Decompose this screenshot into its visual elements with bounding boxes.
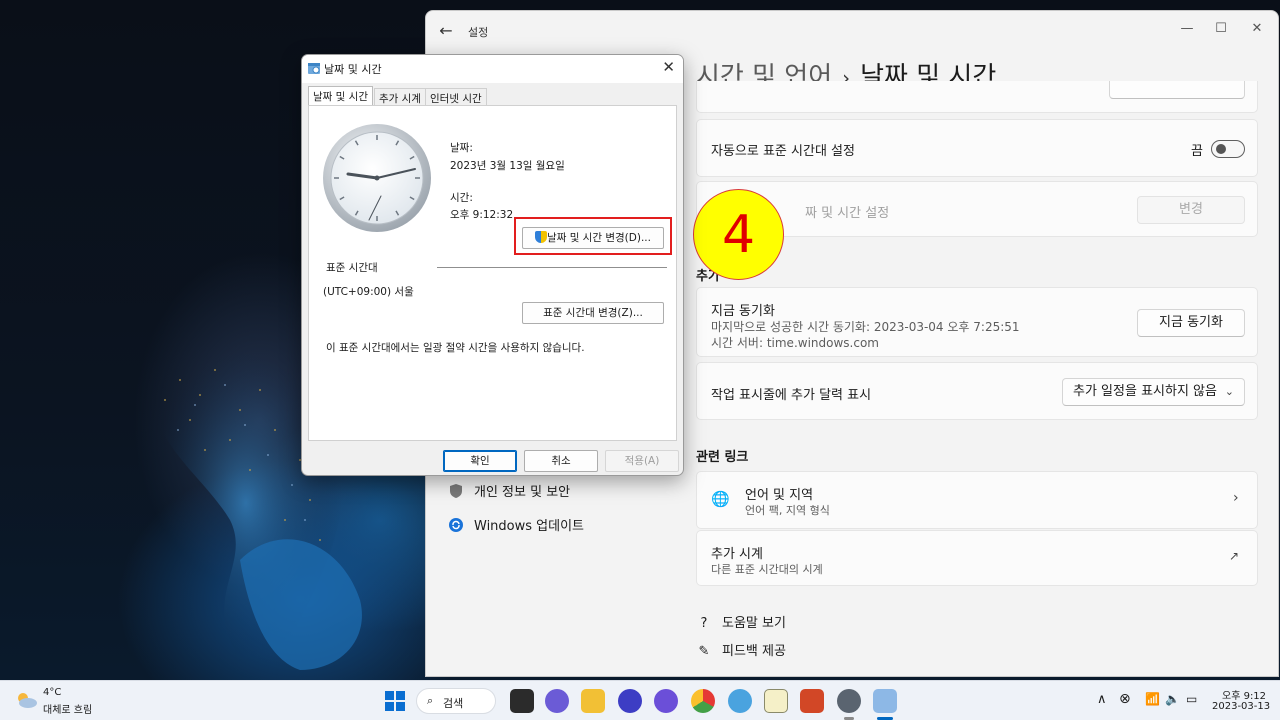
sidebar-item-privacy[interactable]: 개인 정보 및 보안 <box>448 481 570 500</box>
date-label: 날짜: <box>450 142 473 154</box>
shield-icon <box>448 483 464 499</box>
date-value: 2023년 3월 13일 월요일 <box>450 160 565 172</box>
chevron-right-icon: › <box>1233 490 1239 506</box>
battery-icon[interactable]: ▭ <box>1186 692 1197 706</box>
chrome-icon[interactable] <box>691 689 715 713</box>
sidebar-item-update[interactable]: Windows 업데이트 <box>448 515 584 534</box>
language-region-title: 언어 및 지역 <box>745 488 814 503</box>
time-value: 오후 9:12:32 <box>450 209 514 221</box>
help-link[interactable]: ? 도움말 보기 <box>696 612 786 631</box>
manual-time-label: 짜 및 시간 설정 <box>805 206 890 221</box>
task-view-icon[interactable] <box>510 689 534 713</box>
taskbar-calendar-label: 작업 표시줄에 추가 달력 표시 <box>711 388 872 403</box>
dialog-close-icon[interactable]: ✕ <box>662 58 675 76</box>
datetime-taskbar-icon[interactable] <box>873 689 897 713</box>
sync-now-button[interactable]: 지금 동기화 <box>1137 309 1245 337</box>
tab-panel: 날짜: 2023년 3월 13일 월요일 시간: 오후 9:12:32 날짜 및… <box>308 105 677 441</box>
timezone-value: (UTC+09:00) 서울 <box>323 286 414 298</box>
taskbar-calendar-dropdown[interactable]: 추가 일정을 표시하지 않음 ⌄ <box>1062 378 1245 406</box>
language-region-card[interactable]: 🌐 언어 및 지역 언어 팩, 지역 형식 › <box>696 471 1258 529</box>
file-explorer-icon[interactable] <box>581 689 605 713</box>
weather-cloud-icon[interactable] <box>14 690 38 710</box>
weather-desc: 대체로 흐림 <box>43 705 93 716</box>
settings-titlebar: ← 설정 — ☐ ✕ <box>426 11 1278 51</box>
timezone-divider <box>437 267 667 268</box>
analog-clock-icon <box>323 124 431 232</box>
extra-clocks-card[interactable]: 추가 시계 다른 표준 시간대의 시계 ↗ <box>696 530 1258 586</box>
change-timezone-button[interactable]: 표준 시간대 변경(Z)... <box>522 302 664 324</box>
dialog-title: 날짜 및 시간 <box>324 63 382 76</box>
language-icon: 🌐 <box>711 490 730 508</box>
dialog-titlebar: 날짜 및 시간 ✕ <box>302 55 683 83</box>
tray-chevron-up-icon[interactable]: ∧ <box>1097 692 1107 707</box>
sync-last: 마지막으로 성공한 시간 동기화: 2023-03-04 오후 7:25:51 <box>711 320 1020 334</box>
step-marker: 4 <box>693 189 784 280</box>
tab-extra-clocks[interactable]: 추가 시계 <box>374 88 426 106</box>
language-region-subtitle: 언어 팩, 지역 형식 <box>745 504 830 517</box>
timezone-label: 표준 시간대 <box>326 262 378 274</box>
taskbar: 4°C 대체로 흐림 ⌕ 검색 ∧ ⊗ 📶 🔈 ▭ 오후 9:12 2023-0… <box>0 680 1280 720</box>
windows-start-icon[interactable] <box>384 690 406 712</box>
chevron-down-icon: ⌄ <box>1224 385 1234 398</box>
auto-timezone-toggle[interactable] <box>1211 140 1245 158</box>
apply-button[interactable]: 적용(A) <box>605 450 679 472</box>
wifi-icon[interactable]: 📶 <box>1145 692 1160 706</box>
partial-dropdown[interactable] <box>1109 81 1245 99</box>
feedback-icon: ✎ <box>698 644 710 659</box>
taskbar-search[interactable]: ⌕ 검색 <box>416 688 496 714</box>
feedback-link[interactable]: ✎ 피드백 제공 <box>696 640 786 659</box>
card-partial-top <box>696 81 1258 113</box>
clock-time[interactable]: 오후 9:12 <box>1222 687 1266 702</box>
manual-time-change-button[interactable]: 변경 <box>1137 196 1245 224</box>
globe-app-icon[interactable] <box>728 689 752 713</box>
sidebar-item-label: 개인 정보 및 보안 <box>474 485 571 500</box>
auto-timezone-label: 자동으로 표준 시간대 설정 <box>711 144 855 159</box>
auto-timezone-state: 끔 <box>1191 144 1203 159</box>
tab-date-time[interactable]: 날짜 및 시간 <box>308 86 373 106</box>
search-label: 검색 <box>443 697 464 710</box>
close-icon[interactable]: ✕ <box>1234 15 1278 43</box>
clock-date[interactable]: 2023-03-13 <box>1212 701 1270 712</box>
settings-gear-icon[interactable] <box>837 689 861 713</box>
time-label: 시간: <box>450 192 473 204</box>
volume-icon[interactable]: 🔈 <box>1165 692 1180 706</box>
help-icon: ? <box>700 616 708 631</box>
highlight-box <box>514 217 672 255</box>
ok-button[interactable]: 확인 <box>443 450 517 472</box>
taskbar-calendar-card: 작업 표시줄에 추가 달력 표시 추가 일정을 표시하지 않음 ⌄ <box>696 362 1258 420</box>
search-icon: ⌕ <box>427 694 434 707</box>
tab-internet-time[interactable]: 인터넷 시간 <box>425 88 487 106</box>
datetime-app-icon <box>308 63 320 74</box>
help-label: 도움말 보기 <box>722 616 786 631</box>
tray-app-icon[interactable]: ⊗ <box>1119 691 1131 707</box>
weather-temp: 4°C <box>43 687 62 698</box>
related-links-title: 관련 링크 <box>696 450 749 465</box>
auto-timezone-card: 자동으로 표준 시간대 설정 끔 <box>696 119 1258 177</box>
cancel-button[interactable]: 취소 <box>524 450 598 472</box>
back-arrow-icon[interactable]: ← <box>436 21 456 41</box>
dst-note: 이 표준 시간대에서는 일광 절약 시간을 사용하지 않습니다. <box>326 342 585 354</box>
datetime-dialog: 날짜 및 시간 ✕ 날짜 및 시간 추가 시계 인터넷 시간 날짜: 2023년… <box>301 54 684 476</box>
app-arrow-icon[interactable] <box>654 689 678 713</box>
feedback-label: 피드백 제공 <box>722 644 786 659</box>
update-icon <box>448 517 464 533</box>
open-external-icon: ↗ <box>1229 549 1240 563</box>
taskbar-calendar-value: 추가 일정을 표시하지 않음 <box>1073 384 1217 399</box>
sync-server: 시간 서버: time.windows.com <box>711 336 879 350</box>
sidebar-item-label: Windows 업데이트 <box>474 519 585 534</box>
powerpoint-icon[interactable] <box>800 689 824 713</box>
extra-clocks-subtitle: 다른 표준 시간대의 시계 <box>711 563 823 576</box>
extra-clocks-title: 추가 시계 <box>711 547 763 562</box>
settings-app-title: 설정 <box>468 26 489 39</box>
sync-title: 지금 동기화 <box>711 304 775 319</box>
app-q-icon[interactable] <box>618 689 642 713</box>
sync-card: 지금 동기화 마지막으로 성공한 시간 동기화: 2023-03-04 오후 7… <box>696 287 1258 357</box>
notepad-icon[interactable] <box>764 689 788 713</box>
teams-chat-icon[interactable] <box>545 689 569 713</box>
